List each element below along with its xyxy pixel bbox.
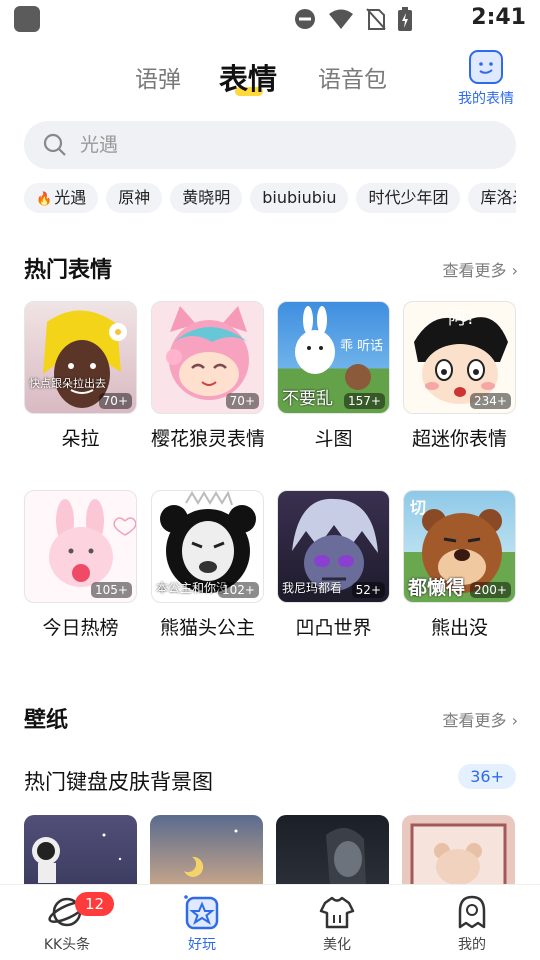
emoji-thumbnail: 阿? 234+ <box>403 301 516 414</box>
emoji-thumbnail: 我尼玛都看 52+ <box>277 490 390 603</box>
svg-text:阿?: 阿? <box>448 308 476 329</box>
emoji-thumbnail: 乖 听话 不要乱 157+ <box>277 301 390 414</box>
chevron-right-icon: › <box>511 261 518 280</box>
emoji-caption: 我尼玛都看 <box>282 581 343 595</box>
chip-tfboys[interactable]: 时代少年团 <box>356 183 461 213</box>
emoji-face-icon <box>469 50 503 84</box>
no-sim-icon <box>366 8 386 30</box>
status-bar: 2:41 <box>0 0 540 38</box>
app-notification-icon <box>14 6 40 32</box>
emoji-pack-name: 今日热榜 <box>42 617 119 639</box>
wallpaper-more[interactable]: 查看更多 › <box>442 707 518 731</box>
search-input[interactable] <box>80 121 500 169</box>
emoji-card-aotu[interactable]: 我尼玛都看 52+ 凹凸世界 <box>277 490 390 640</box>
emoji-pack-name: 熊猫头公主 <box>159 617 255 639</box>
nav-label: KK头条 <box>43 937 91 953</box>
chip-huangxiaoming[interactable]: 黄晓明 <box>170 183 243 213</box>
battery-icon <box>398 7 412 31</box>
count-badge: 200+ <box>470 582 511 598</box>
search-icon <box>43 133 66 156</box>
nav-fun[interactable]: 好玩 <box>157 893 247 954</box>
emoji-pack-name: 朵拉 <box>61 428 100 450</box>
count-badge: 70+ <box>225 393 259 409</box>
dnd-icon <box>295 9 315 29</box>
emoji-thumbnail: 105+ <box>24 490 137 603</box>
ghost-icon <box>458 895 486 929</box>
fire-icon: 🔥 <box>36 192 53 207</box>
hot-emoji-more[interactable]: 查看更多 › <box>442 257 518 281</box>
emoji-pack-name: 熊出没 <box>430 617 488 639</box>
nav-beautify[interactable]: 美化 <box>292 893 382 954</box>
notification-badge: 12 <box>75 892 115 916</box>
svg-text:乖 听话: 乖 听话 <box>340 339 383 354</box>
svg-text:切: 切 <box>410 498 426 517</box>
nav-label: 美化 <box>323 937 351 953</box>
my-emoji-button[interactable]: 我的表情 <box>456 50 516 108</box>
emoji-caption: 都懒得 <box>408 577 466 599</box>
emoji-card-today-hot[interactable]: 105+ 今日热榜 <box>24 490 137 640</box>
wallpaper-thumb-astronaut[interactable] <box>24 815 137 887</box>
star-box-icon <box>184 895 219 930</box>
chip-yuanshen[interactable]: 原神 <box>106 183 163 213</box>
nav-kk-news[interactable]: KK头条 12 <box>22 892 115 954</box>
emoji-pack-name: 斗图 <box>314 428 353 450</box>
clock: 2:41 <box>471 5 526 30</box>
chevron-right-icon: › <box>511 711 518 730</box>
wallpaper-thumb-bear[interactable] <box>402 815 515 887</box>
status-icons <box>294 7 412 31</box>
chip-label: 光遇 <box>54 188 87 207</box>
nav-label: 我的 <box>458 937 486 953</box>
emoji-thumbnail: 本公主和你没 102+ <box>151 490 264 603</box>
emoji-card-mini[interactable]: 阿? 234+ 超迷你表情 <box>403 301 516 451</box>
chip-kuromi[interactable]: 库洛米 <box>468 183 516 213</box>
emoji-thumbnail: 70+ <box>151 301 264 414</box>
count-badge: 102+ <box>218 582 259 598</box>
emoji-thumbnail: 快点跟朵拉出去 70+ <box>24 301 137 414</box>
emoji-thumbnail: 切 都懒得 200+ <box>403 490 516 603</box>
count-badge: 105+ <box>91 582 132 598</box>
emoji-pack-name: 超迷你表情 <box>411 428 507 450</box>
bottom-nav: KK头条 12 好玩 美化 我的 <box>0 884 540 960</box>
shirt-icon <box>319 896 355 929</box>
count-badge: 52+ <box>351 582 385 598</box>
tab-emoji[interactable]: 表情 <box>219 56 277 98</box>
emoji-card-dora[interactable]: 快点跟朵拉出去 70+ 朵拉 <box>24 301 137 451</box>
wallpaper-thumb-dark-boy[interactable] <box>276 815 389 887</box>
wifi-icon <box>329 9 353 29</box>
wallpaper-title: 壁纸 <box>24 708 69 733</box>
emoji-pack-name: 樱花狼灵表情 <box>151 428 264 450</box>
count-badge: 234+ <box>470 393 511 409</box>
wallpaper-thumb-moon[interactable] <box>150 815 263 887</box>
nav-mine[interactable]: 我的 <box>427 893 517 954</box>
more-label: 查看更多 <box>442 261 507 280</box>
emoji-card-doutu[interactable]: 乖 听话 不要乱 157+ 斗图 <box>277 301 390 451</box>
keyboard-skin-subtitle: 热门键盘皮肤背景图 <box>24 770 213 794</box>
emoji-pack-name: 凹凸世界 <box>295 617 372 639</box>
hot-search-chips: 🔥光遇原神黄晓明biubiubiu时代少年团库洛米 <box>24 183 516 215</box>
search-bar[interactable] <box>24 121 516 169</box>
emoji-caption: 不要乱 <box>282 389 333 409</box>
chip-biubiubiu[interactable]: biubiubiu <box>250 183 349 213</box>
tab-voice-pack[interactable]: 语音包 <box>318 60 387 94</box>
my-emoji-label: 我的表情 <box>458 91 514 107</box>
emoji-card-boonie-bears[interactable]: 切 都懒得 200+ 熊出没 <box>403 490 516 640</box>
emoji-card-sakura-wolf[interactable]: 70+ 樱花狼灵表情 <box>151 301 264 451</box>
skin-count-badge[interactable]: 36+ <box>458 764 516 789</box>
tab-danmu[interactable]: 语弹 <box>135 60 181 94</box>
count-badge: 70+ <box>98 393 132 409</box>
nav-label: 好玩 <box>188 937 216 953</box>
emoji-card-panda-princess[interactable]: 本公主和你没 102+ 熊猫头公主 <box>151 490 264 640</box>
count-badge: 157+ <box>344 393 385 409</box>
emoji-caption: 快点跟朵拉出去 <box>29 377 106 390</box>
hot-emoji-title: 热门表情 <box>24 258 113 283</box>
more-label: 查看更多 <box>442 711 507 730</box>
chip-guangyu[interactable]: 🔥 光遇 <box>24 183 99 213</box>
